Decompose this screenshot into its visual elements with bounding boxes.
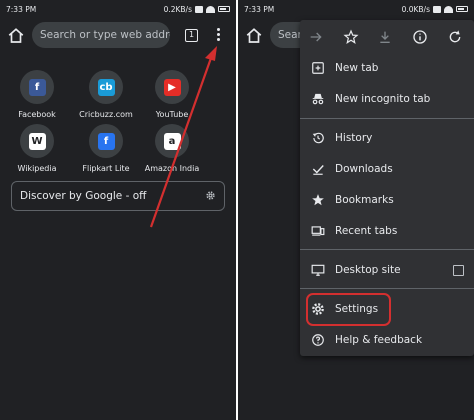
- menu-item-recent-tabs[interactable]: Recent tabs: [300, 217, 474, 245]
- menu-item-label: Downloads: [335, 163, 393, 175]
- desktop-site-icon: [311, 264, 325, 276]
- incognito-icon: [312, 93, 324, 105]
- history-icon: [312, 132, 324, 144]
- menu-item-label: Desktop site: [335, 264, 401, 276]
- download-icon[interactable]: [377, 29, 393, 45]
- home-icon[interactable]: [245, 27, 263, 45]
- wifi-icon: [444, 5, 453, 13]
- status-time: 7:33 PM: [244, 4, 275, 14]
- menu-item-desktop-site[interactable]: Desktop site: [300, 256, 474, 284]
- battery-icon: [456, 6, 468, 12]
- menu-item-label: Help & feedback: [335, 334, 423, 346]
- bookmark-star-icon[interactable]: [343, 29, 359, 45]
- forward-arrow-icon[interactable]: [308, 29, 324, 45]
- menu-item-help-feedback[interactable]: Help & feedback: [300, 326, 474, 354]
- recent-tabs-icon: [311, 226, 325, 236]
- menu-divider: [300, 288, 474, 289]
- right-screenshot: 7:33 PM 0.0KB/s Sear New tab New incogni…: [238, 0, 474, 420]
- status-speed: 0.0KB/s: [401, 4, 430, 14]
- annotation-arrow: [149, 46, 217, 228]
- menu-item-label: New incognito tab: [335, 93, 431, 105]
- menu-divider: [300, 118, 474, 119]
- menu-item-label: Bookmarks: [335, 194, 394, 206]
- menu-action-row: [300, 20, 474, 54]
- status-bar: 7:33 PM 0.0KB/s: [238, 0, 474, 18]
- help-icon: [312, 334, 324, 346]
- menu-item-history[interactable]: History: [300, 124, 474, 152]
- menu-item-bookmarks[interactable]: Bookmarks: [300, 186, 474, 214]
- menu-item-downloads[interactable]: Downloads: [300, 155, 474, 183]
- new-tab-icon: [312, 62, 324, 74]
- menu-item-new-tab[interactable]: New tab: [300, 54, 474, 82]
- refresh-icon[interactable]: [447, 29, 463, 45]
- menu-divider: [300, 249, 474, 250]
- menu-item-label: History: [335, 132, 373, 144]
- menu-item-label: Recent tabs: [335, 225, 398, 237]
- desktop-site-checkbox[interactable]: [453, 264, 464, 276]
- menu-item-label: New tab: [335, 62, 379, 74]
- sim-icon: [433, 5, 441, 13]
- menu-item-new-incognito-tab[interactable]: New incognito tab: [300, 85, 474, 113]
- downloads-icon: [312, 165, 324, 175]
- settings-highlight-box: [306, 293, 391, 326]
- info-icon[interactable]: [412, 29, 428, 45]
- bookmarks-star-icon: [312, 194, 324, 206]
